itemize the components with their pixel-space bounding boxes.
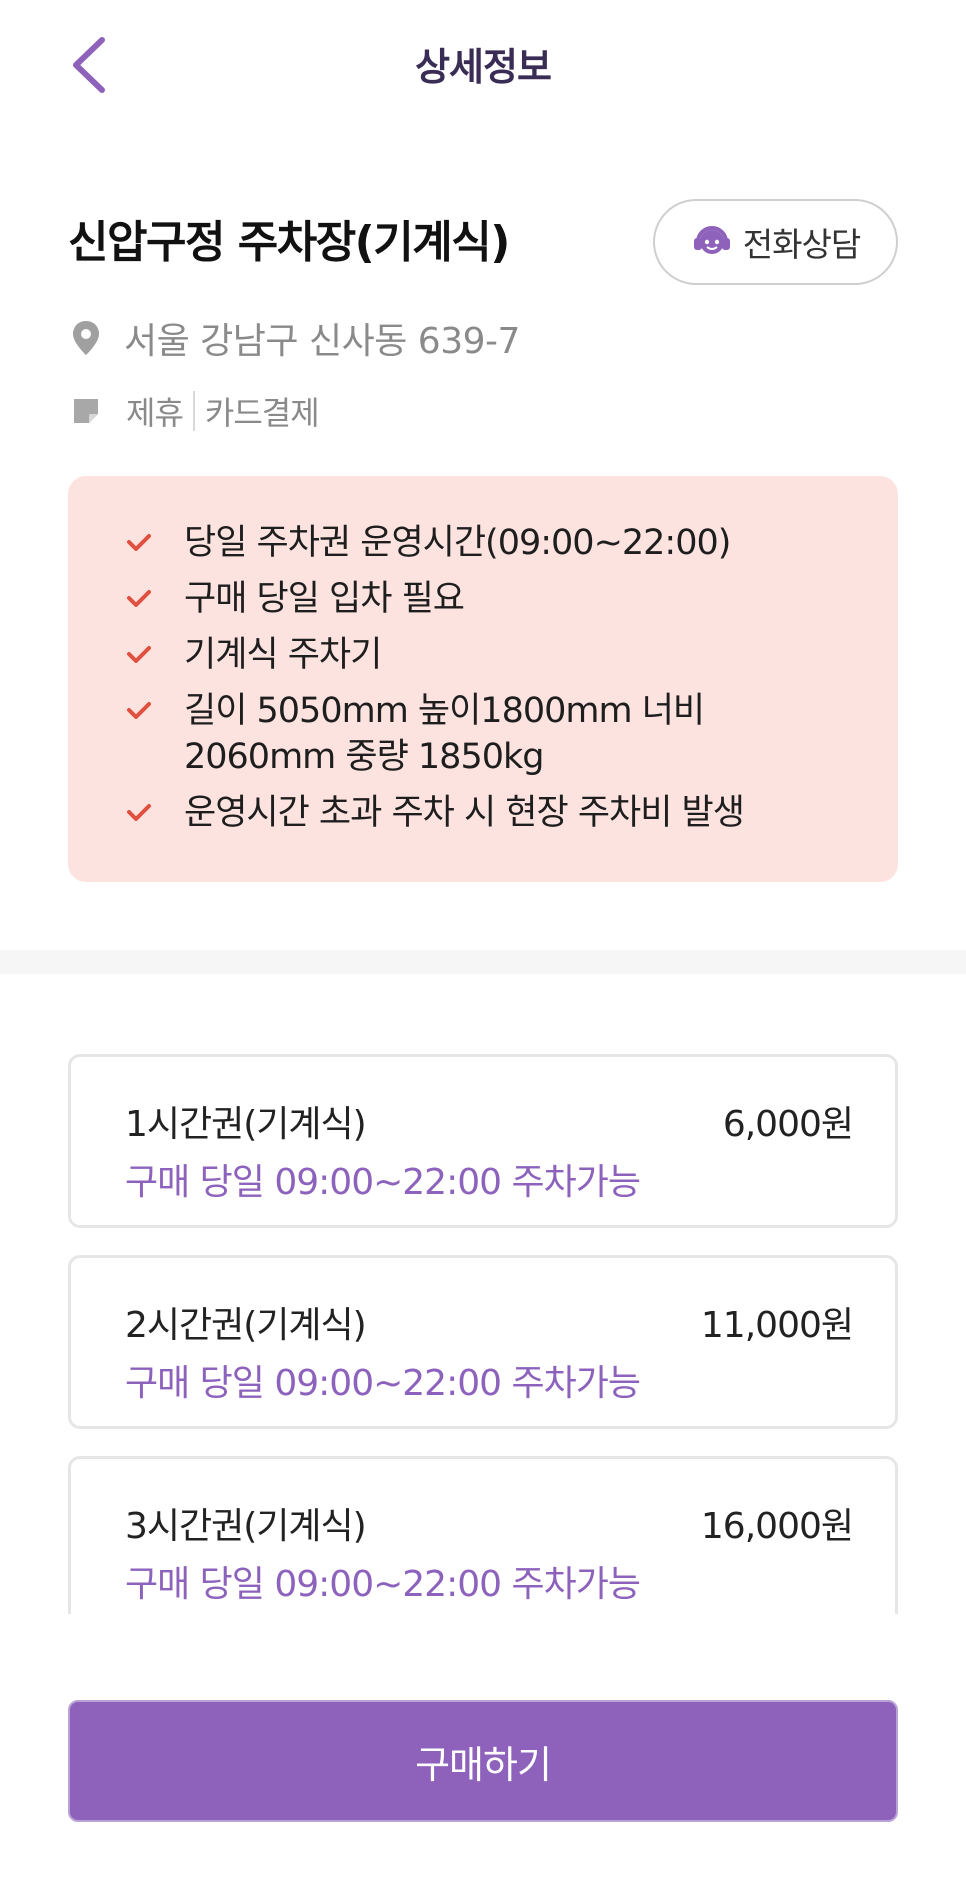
ticket-price: 16,000원 [700,1506,854,1547]
notice-text: 구매 당일 입차 필요 [184,579,465,619]
purchase-button-label: 구매하기 [415,1742,552,1787]
check-icon [126,520,160,564]
notice-text: 당일 주차권 운영시간(09:00~22:00) [184,523,731,563]
headset-icon [693,226,730,254]
notice-item: 기계식 주차기 [126,632,898,678]
notice-text: 운영시간 초과 주차 시 현장 주차비 발생 [184,793,745,833]
ticket-name: 1시간권(기계식) [125,1104,367,1145]
ticket-desc: 구매 당일 09:00~22:00 주차가능 [125,1162,641,1203]
ticket-name: 2시간권(기계식) [125,1305,367,1346]
detail-page: 상세정보 신압구정 주차장(기계식) 전화상담 서울 강남구 신사동 639-7… [0,0,966,1890]
tag-row: 제휴 카드결제 [70,388,320,434]
call-consult-button[interactable]: 전화상담 [653,199,898,285]
tag-partner: 제휴 [126,394,184,432]
purchase-button[interactable]: 구매하기 [68,1700,898,1822]
check-icon [126,688,160,732]
notice-item: 길이 5050mm 높이1800mm 너비 2060mm 중량 1850kg [126,688,898,780]
ticket-option[interactable]: 2시간권(기계식) 11,000원 구매 당일 09:00~22:00 주차가능 [68,1255,898,1429]
notice-item: 당일 주차권 운영시간(09:00~22:00) [126,520,898,566]
check-icon [126,790,160,834]
notice-text: 길이 5050mm 높이1800mm 너비 2060mm 중량 1850kg [184,691,705,777]
notice-item: 구매 당일 입차 필요 [126,576,898,622]
ticket-desc: 구매 당일 09:00~22:00 주차가능 [125,1564,641,1605]
ticket-list[interactable]: 1시간권(기계식) 6,000원 구매 당일 09:00~22:00 주차가능 … [68,1054,898,1614]
ticket-desc: 구매 당일 09:00~22:00 주차가능 [125,1363,641,1404]
page-title: 상세정보 [415,45,552,89]
header: 상세정보 [0,0,966,130]
sticky-note-icon [74,399,98,423]
place-name: 신압구정 주차장(기계식) [68,217,510,268]
location-pin-icon [73,321,99,355]
tag-card-payment: 카드결제 [204,394,320,432]
ticket-name: 3시간권(기계식) [125,1506,367,1547]
address-row: 서울 강남구 신사동 639-7 [70,312,520,364]
notice-text: 기계식 주차기 [184,635,382,675]
check-icon [126,632,160,676]
ticket-price: 6,000원 [722,1104,854,1145]
ticket-option[interactable]: 3시간권(기계식) 16,000원 구매 당일 09:00~22:00 주차가능 [68,1456,898,1614]
call-button-label: 전화상담 [742,225,861,264]
ticket-price: 11,000원 [700,1305,854,1346]
notice-item: 운영시간 초과 주차 시 현장 주차비 발생 [126,790,898,836]
tag-divider [192,391,195,431]
check-icon [126,576,160,620]
address-text: 서울 강남구 신사동 639-7 [124,321,520,362]
notice-box: 당일 주차권 운영시간(09:00~22:00) 구매 당일 입차 필요 기계식… [68,476,898,882]
ticket-option[interactable]: 1시간권(기계식) 6,000원 구매 당일 09:00~22:00 주차가능 [68,1054,898,1228]
section-divider [0,950,966,974]
